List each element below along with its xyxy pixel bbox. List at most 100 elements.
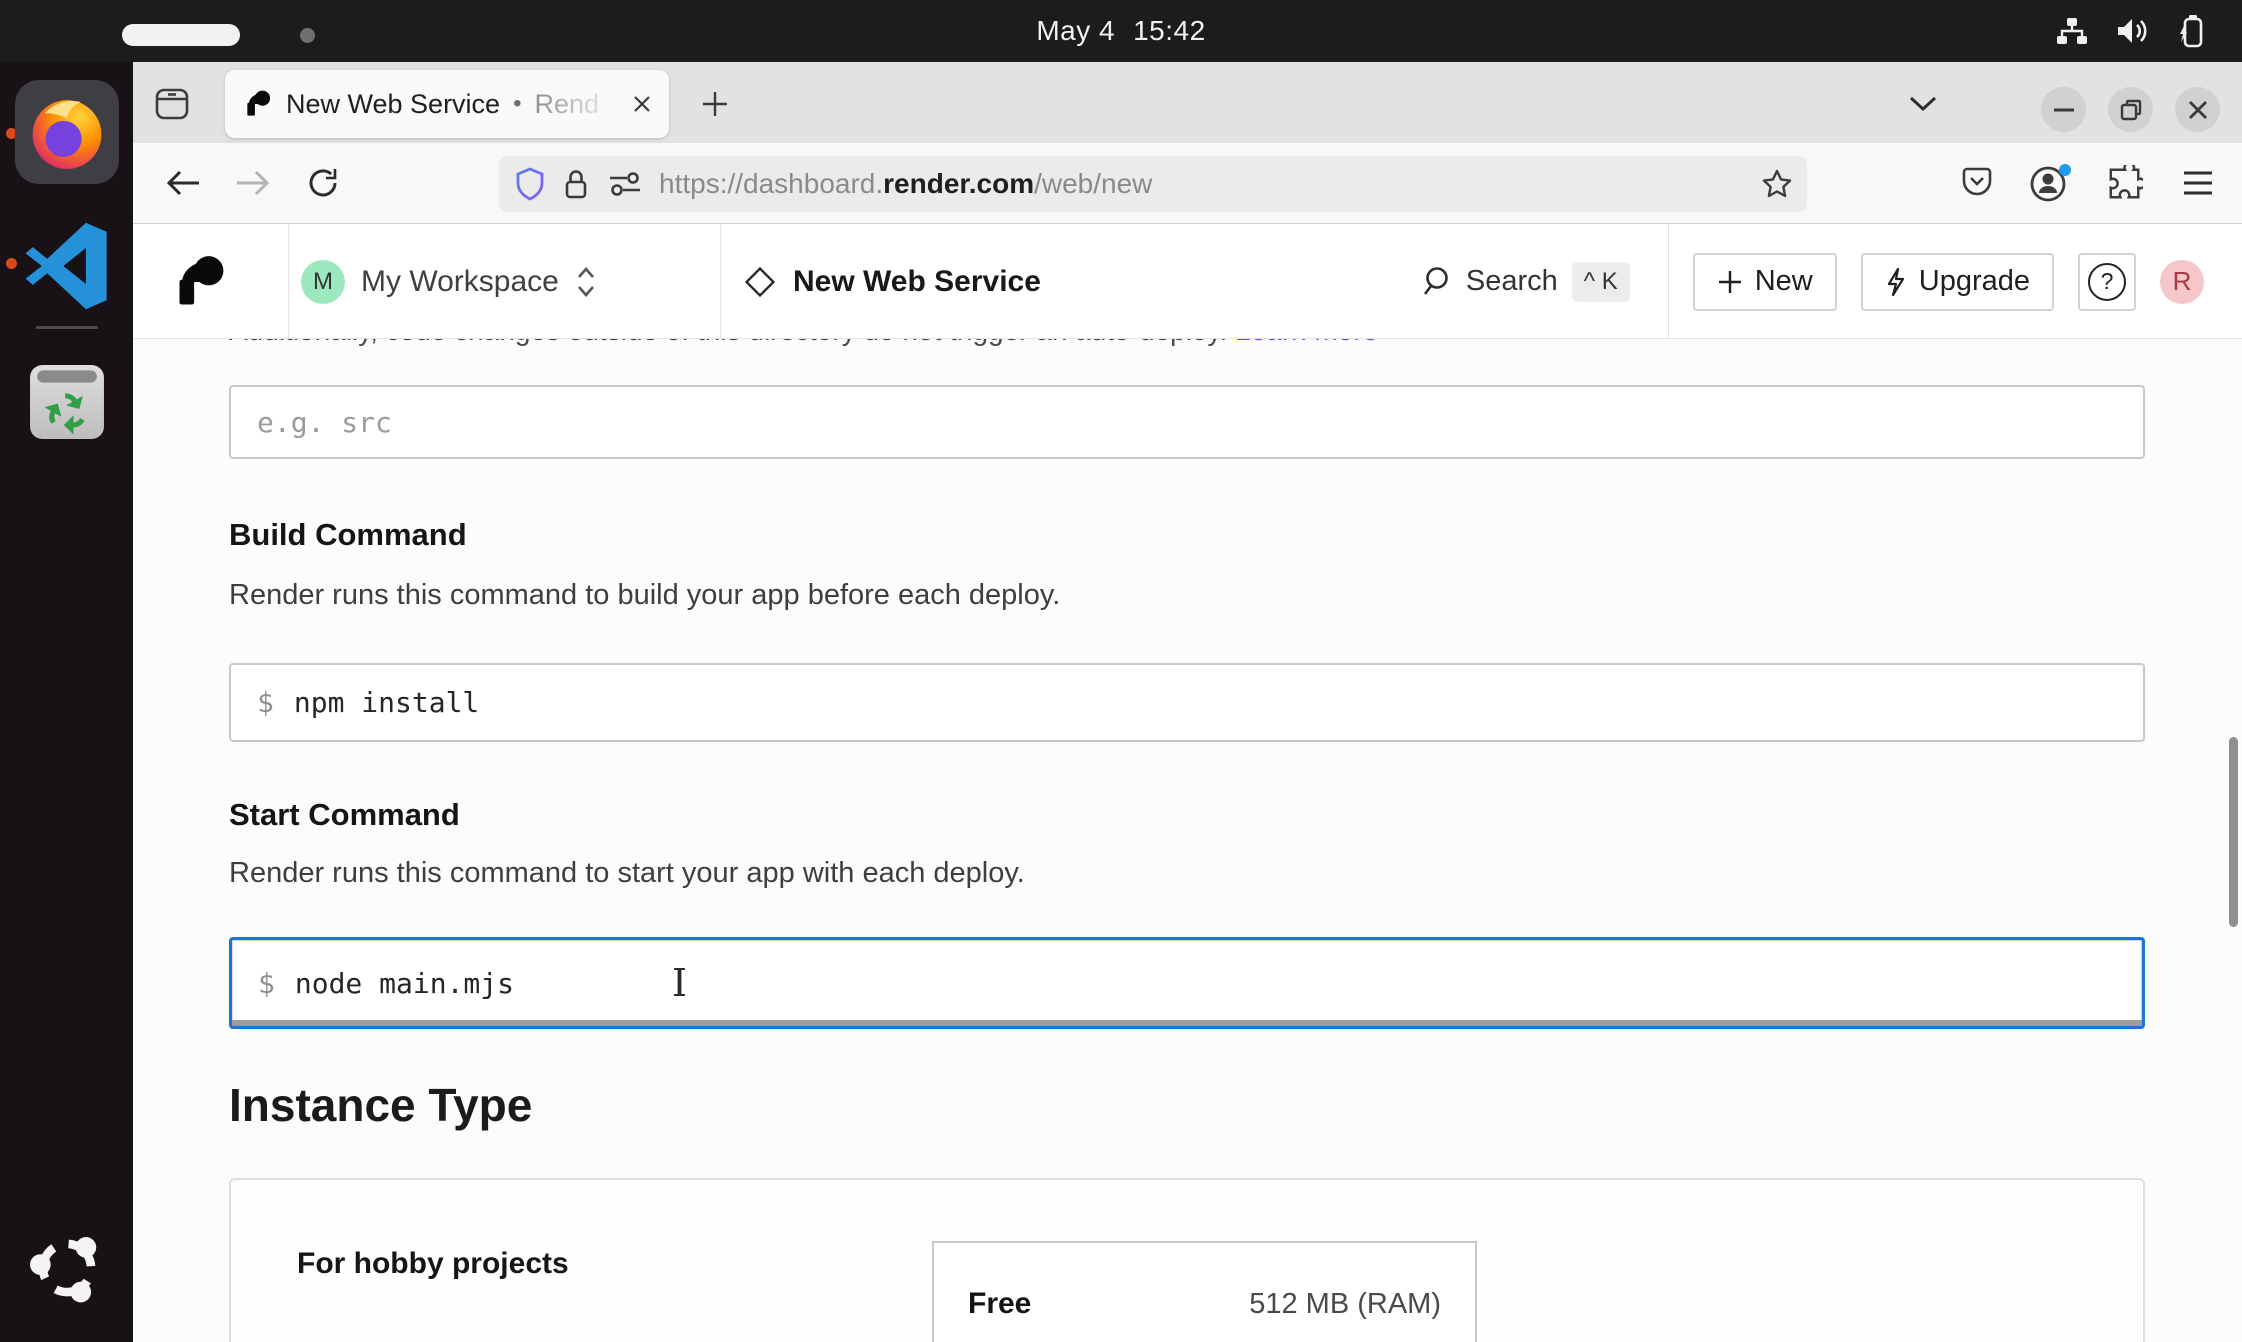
start-command-field[interactable]: $ node main.mjs I (229, 937, 2145, 1029)
puzzle-icon (2107, 165, 2143, 201)
header-divider (288, 224, 289, 339)
page-content: Additionally, code changes outside of th… (133, 339, 2242, 1342)
instance-type-heading: Instance Type (229, 1075, 2145, 1135)
workspace-avatar: M (301, 260, 345, 304)
render-logo-icon[interactable] (175, 255, 229, 309)
app-menu-button[interactable] (2174, 159, 2222, 207)
plus-icon (1717, 269, 1743, 295)
search-icon (1422, 266, 1452, 298)
build-command-field[interactable]: $ npm install (229, 663, 2145, 742)
app-header: M My Workspace New Web Service (133, 224, 2242, 339)
url-bar[interactable]: https://dashboard.render.com/web/new (499, 156, 1807, 212)
clock-time: 15:42 (1133, 15, 1206, 47)
render-favicon-icon (245, 90, 273, 118)
start-command-value[interactable]: node main.mjs (295, 967, 514, 1000)
search-control[interactable]: Search ^ K (1422, 262, 1630, 302)
account-icon (2030, 164, 2072, 202)
tab-title-site: Rend (534, 89, 599, 120)
reload-button[interactable] (299, 159, 347, 207)
tab-title-separator: • (513, 90, 521, 118)
screen: May 4 15:42 (0, 0, 2242, 1342)
browser-tab[interactable]: New Web Service • Rend (225, 70, 669, 138)
bookmark-star-icon[interactable] (1761, 168, 1793, 200)
help-button[interactable]: ? (2078, 253, 2136, 311)
url-path: /web/new (1034, 168, 1152, 199)
search-shortcut-badge: ^ K (1572, 262, 1630, 302)
new-button[interactable]: New (1693, 253, 1837, 311)
dock-separator (36, 326, 98, 329)
page-title: New Web Service (793, 265, 1041, 299)
diamond-icon (745, 267, 775, 297)
permissions-toggles-icon[interactable] (607, 169, 643, 199)
list-tabs-button[interactable] (1901, 84, 1945, 124)
vscode-icon (22, 221, 112, 311)
firefox-view-icon (155, 88, 189, 120)
firefox-icon (24, 89, 110, 175)
volume-icon (2116, 17, 2150, 45)
tab-title: New Web Service (286, 89, 500, 120)
network-tree-icon (2056, 17, 2088, 45)
window-controls (2041, 87, 2220, 132)
lock-icon[interactable] (561, 167, 591, 201)
clock-date: May 4 (1036, 15, 1115, 47)
free-plan-card[interactable]: Free 512 MB (RAM) (932, 1241, 1477, 1342)
shell-prompt: $ (257, 686, 274, 719)
dock-item-show-apps[interactable] (24, 1222, 110, 1314)
navigation-toolbar: https://dashboard.render.com/web/new (133, 143, 2242, 224)
plan-ram: 512 MB (RAM) (1249, 1288, 1441, 1321)
pocket-button[interactable] (1953, 159, 2001, 207)
dock-item-trash[interactable] (15, 350, 119, 454)
chevron-down-icon (1908, 95, 1938, 113)
workspace-indicator-dot (300, 28, 315, 43)
extensions-button[interactable] (2101, 159, 2149, 207)
chevron-up-down-icon (575, 264, 597, 300)
forward-button[interactable] (229, 159, 277, 207)
header-actions: Search ^ K New Upgrade (1422, 224, 2242, 339)
browser-window: New Web Service • Rend (133, 62, 2242, 1342)
text-cursor: I (672, 964, 687, 1002)
new-button-label: New (1755, 265, 1813, 298)
battery-charging-icon (2178, 14, 2208, 48)
build-command-description: Render runs this command to build your a… (229, 575, 2145, 615)
system-tray[interactable] (2056, 0, 2208, 62)
search-label: Search (1466, 265, 1558, 298)
dock (0, 62, 133, 1342)
page-scrollbar-thumb[interactable] (2229, 737, 2238, 927)
account-button[interactable] (2027, 159, 2075, 207)
root-directory-field[interactable] (229, 385, 2145, 459)
dock-item-firefox[interactable] (15, 80, 119, 184)
activities-pill[interactable] (122, 24, 240, 46)
clipped-text-line: Additionally, code changes outside of th… (229, 339, 2145, 348)
close-button[interactable] (2175, 87, 2220, 132)
page-title-group: New Web Service (745, 224, 1041, 339)
pocket-icon (1960, 166, 1994, 200)
question-mark-icon: ? (2088, 263, 2126, 301)
back-button[interactable] (159, 159, 207, 207)
learn-more-link[interactable]: Learn more (1235, 339, 1378, 346)
url-prefix: https://dashboard. (659, 168, 883, 199)
plan-name: Free (968, 1287, 1031, 1321)
instance-group-label: For hobby projects (297, 1244, 569, 1284)
workspace-name: My Workspace (361, 265, 559, 299)
tab-close-button[interactable] (631, 93, 653, 115)
url-host: render.com (883, 168, 1034, 199)
workspace-selector[interactable]: M My Workspace (301, 224, 597, 339)
minimize-button[interactable] (2041, 87, 2086, 132)
instance-type-panel: For hobby projects Free 512 MB (RAM) (229, 1178, 2145, 1342)
upgrade-button[interactable]: Upgrade (1861, 253, 2054, 311)
new-tab-button[interactable] (693, 82, 737, 126)
root-directory-input[interactable] (257, 406, 2143, 439)
upgrade-button-label: Upgrade (1919, 265, 2030, 298)
header-divider (1668, 224, 1669, 339)
restore-button[interactable] (2108, 87, 2153, 132)
user-avatar[interactable]: R (2160, 260, 2204, 304)
build-command-value[interactable]: npm install (294, 686, 479, 719)
shell-prompt: $ (258, 967, 275, 1000)
url-text[interactable]: https://dashboard.render.com/web/new (659, 168, 1152, 200)
clipped-text: Additionally, code changes outside of th… (229, 339, 1235, 346)
start-command-heading: Start Command (229, 795, 2145, 835)
dock-item-vscode[interactable] (15, 214, 119, 318)
firefox-view-button[interactable] (149, 84, 195, 124)
ubuntu-logo-icon (24, 1222, 110, 1314)
clock[interactable]: May 4 15:42 (1036, 15, 1205, 47)
